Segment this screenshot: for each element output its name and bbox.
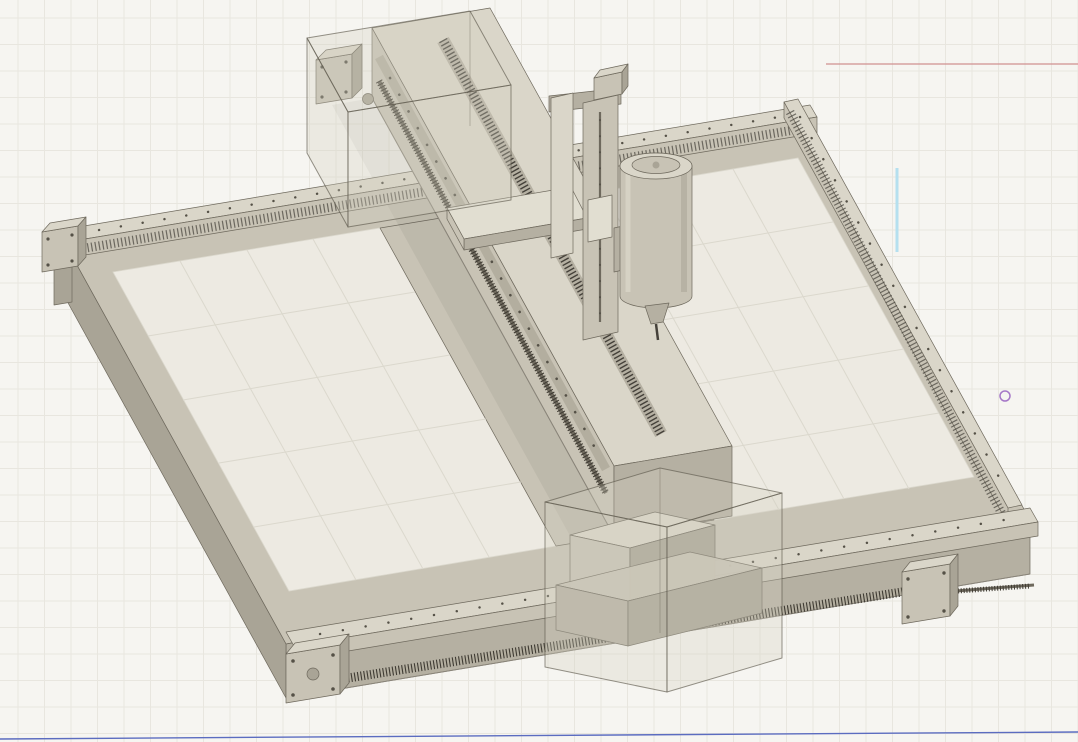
sketch-point[interactable] (1000, 391, 1010, 401)
z-plate-inner (551, 93, 573, 258)
x-bearing-block-right (902, 554, 958, 624)
back-rail-drive-block (42, 217, 86, 272)
z-motor (594, 64, 628, 100)
x-motor-left (286, 634, 349, 703)
cad-viewport[interactable] (0, 0, 1078, 742)
gantry-front-housing[interactable] (545, 468, 782, 692)
z-carriage (588, 195, 612, 242)
gantry-back-housing[interactable] (307, 11, 511, 227)
model-canvas[interactable] (0, 0, 1078, 742)
ground-plane-axis-line (0, 732, 1078, 739)
